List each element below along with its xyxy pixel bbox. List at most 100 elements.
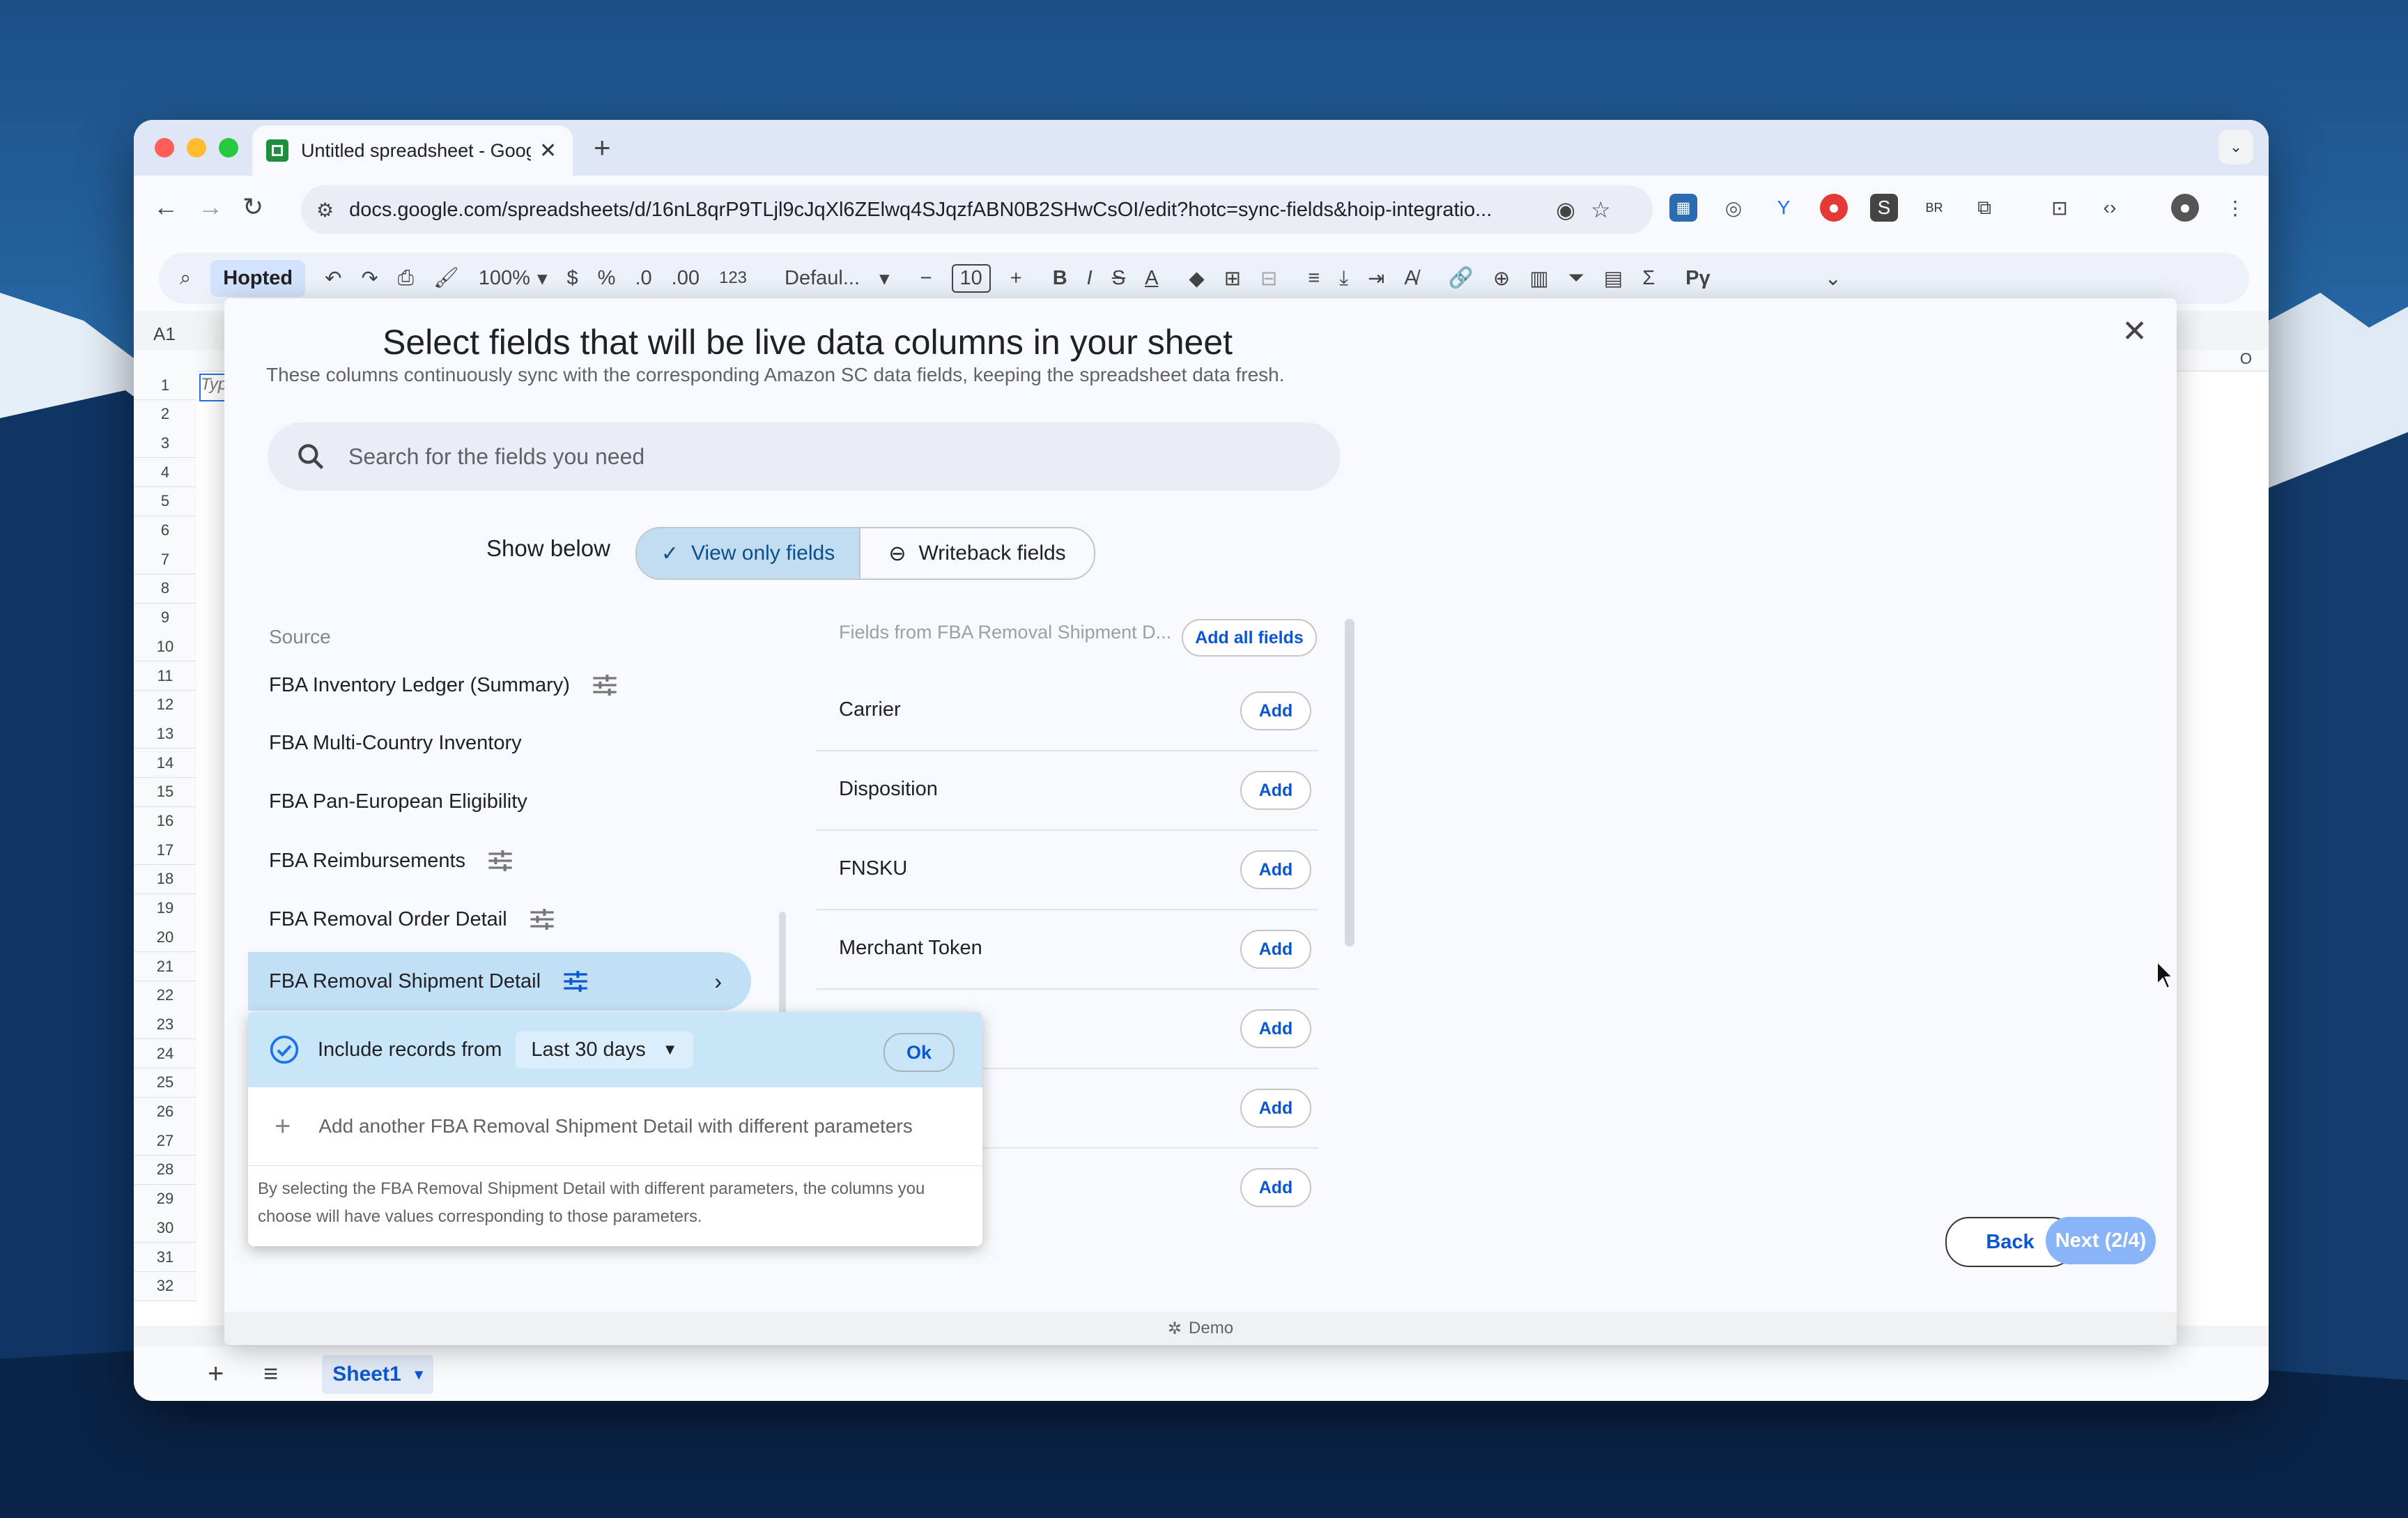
add-sheet-icon[interactable]: + (208, 1358, 224, 1390)
row-header[interactable]: 28 (134, 1155, 196, 1185)
row-header[interactable]: 23 (134, 1010, 196, 1040)
source-item[interactable]: FBA Reimbursements (269, 849, 514, 873)
close-window-button[interactable] (155, 138, 174, 158)
redo-icon[interactable]: ↷ (361, 266, 378, 291)
add-field-button[interactable]: Add (1240, 850, 1311, 889)
paint-format-icon[interactable]: 🖌 (433, 266, 459, 290)
source-item[interactable]: FBA Inventory Ledger (Summary) (269, 673, 619, 697)
undo-icon[interactable]: ↶ (325, 266, 341, 291)
column-o-header[interactable]: O (2240, 350, 2252, 368)
strikethrough-icon[interactable]: S (1112, 267, 1125, 290)
fields-scrollbar[interactable] (1345, 619, 1354, 946)
source-list-scrollbar[interactable] (779, 912, 786, 1023)
extension-2-icon[interactable]: ◎ (1720, 194, 1747, 222)
parameters-icon[interactable] (562, 969, 589, 993)
add-field-button[interactable]: Add (1240, 771, 1311, 810)
number-format-button[interactable]: 123 (719, 268, 747, 288)
back-arrow-icon[interactable]: ← (153, 192, 178, 222)
hopted-button[interactable]: Hopted (210, 259, 306, 297)
address-bar[interactable]: ⚙ docs.google.com/spreadsheets/d/16nL8qr… (301, 185, 1653, 234)
align-icon[interactable]: ≡ (1308, 267, 1320, 290)
row-header[interactable]: 19 (134, 894, 196, 923)
row-header[interactable]: 29 (134, 1184, 196, 1214)
row-header[interactable]: 24 (134, 1039, 196, 1069)
row-header[interactable]: 9 (134, 603, 196, 633)
row-header[interactable]: 4 (134, 458, 196, 488)
row-header[interactable]: 32 (134, 1271, 196, 1301)
row-header[interactable]: 3 (134, 429, 196, 459)
add-field-button[interactable]: Add (1240, 1168, 1311, 1207)
tab-close-icon[interactable]: ✕ (539, 139, 557, 163)
vertical-align-icon[interactable]: ⤓ (1339, 267, 1348, 290)
add-another-source-row[interactable]: + Add another FBA Removal Shipment Detai… (248, 1087, 982, 1166)
font-size-decrease-icon[interactable]: − (920, 267, 932, 290)
row-header[interactable]: 20 (134, 923, 196, 953)
font-chevron-icon[interactable]: ▾ (879, 266, 890, 291)
link-icon[interactable]: 🔗 (1449, 266, 1474, 290)
next-button[interactable]: Next (2/4) (2046, 1217, 2156, 1264)
sheet-tab-chevron-icon[interactable]: ▾ (415, 1365, 423, 1383)
field-search-input[interactable] (347, 443, 1256, 470)
row-header[interactable]: 7 (134, 545, 196, 575)
currency-button[interactable]: $ (567, 267, 578, 290)
decrease-decimal-button[interactable]: .0 (635, 267, 651, 290)
row-header[interactable]: 17 (134, 836, 196, 866)
sheet-tab-sheet1[interactable]: Sheet1 ▾ (322, 1355, 433, 1394)
reload-icon[interactable]: ↻ (242, 192, 263, 222)
font-size-increase-icon[interactable]: + (1010, 267, 1022, 290)
parameters-icon[interactable] (486, 849, 514, 873)
parameters-icon[interactable] (591, 673, 619, 697)
increase-decimal-button[interactable]: .00 (672, 267, 700, 290)
add-field-button[interactable]: Add (1240, 691, 1311, 730)
selected-source-item[interactable]: FBA Removal Shipment Detail › (248, 952, 751, 1011)
row-header[interactable]: 2 (134, 399, 196, 429)
row-header[interactable]: 26 (134, 1097, 196, 1127)
text-color-icon[interactable]: A (1145, 267, 1158, 290)
merge-cells-icon[interactable]: ⊟ (1260, 266, 1277, 291)
bold-icon[interactable]: B (1053, 267, 1067, 290)
extension-4-icon[interactable]: ● (1820, 194, 1848, 222)
all-sheets-icon[interactable]: ≡ (263, 1359, 278, 1388)
chart-icon[interactable]: ▥ (1529, 266, 1548, 291)
row-header[interactable]: 1 (134, 371, 196, 400)
italic-icon[interactable]: I (1087, 267, 1093, 290)
extension-6-icon[interactable]: BR (1920, 194, 1948, 222)
chevron-right-icon[interactable]: › (714, 969, 722, 995)
browser-menu-icon[interactable]: ⋮ (2221, 194, 2249, 222)
row-header[interactable]: 11 (134, 661, 196, 691)
row-header[interactable]: 15 (134, 777, 196, 807)
comment-icon[interactable]: ⊕ (1493, 266, 1510, 291)
row-header[interactable]: 5 (134, 486, 196, 516)
zoom-select[interactable]: 100% (479, 267, 530, 290)
site-info-icon[interactable]: ⚙ (316, 199, 334, 222)
row-header[interactable]: 6 (134, 516, 196, 546)
ok-button[interactable]: Ok (883, 1033, 955, 1072)
row-header[interactable]: 16 (134, 806, 196, 836)
functions-icon[interactable]: Σ (1642, 267, 1655, 290)
filter-icon[interactable]: ⏷ (1568, 267, 1584, 290)
name-box[interactable]: A1 (153, 323, 176, 345)
font-size-input[interactable]: 10 (951, 263, 991, 293)
devtools-code-icon[interactable]: ‹› (2096, 194, 2124, 222)
writeback-fields-option[interactable]: ⊖ Writeback fields (859, 528, 1094, 578)
url-text[interactable]: docs.google.com/spreadsheets/d/16nL8qrP9… (349, 199, 1541, 222)
minimize-window-button[interactable] (187, 138, 206, 158)
add-field-button[interactable]: Add (1240, 1089, 1311, 1128)
extension-5-icon[interactable]: S (1870, 194, 1898, 222)
font-select[interactable]: Defaul... (785, 267, 860, 290)
view-only-fields-option[interactable]: ✓ View only fields (637, 528, 860, 578)
screenshot-icon[interactable]: ⊡ (2046, 194, 2074, 222)
source-item[interactable]: FBA Multi-Country Inventory (269, 732, 522, 755)
row-header[interactable]: 25 (134, 1068, 196, 1098)
row-header[interactable]: 18 (134, 864, 196, 894)
fill-color-icon[interactable]: ◆ (1189, 266, 1204, 291)
row-header[interactable]: 21 (134, 952, 196, 981)
row-header[interactable]: 8 (134, 574, 196, 604)
row-header[interactable]: 31 (134, 1243, 196, 1272)
new-tab-button[interactable]: + (594, 131, 611, 164)
forward-arrow-icon[interactable]: → (198, 192, 223, 222)
percent-button[interactable]: % (598, 267, 616, 290)
date-range-dropdown[interactable]: Last 30 days ▼ (516, 1031, 693, 1068)
row-header[interactable]: 27 (134, 1126, 196, 1156)
text-wrap-icon[interactable]: ⇥ (1368, 266, 1384, 291)
